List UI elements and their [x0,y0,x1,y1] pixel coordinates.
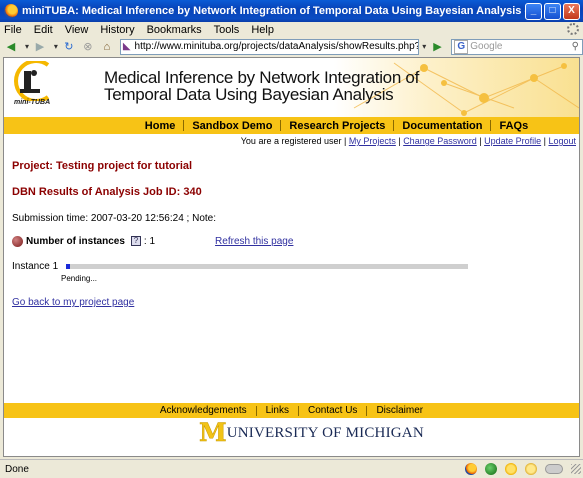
forward-dropdown-icon[interactable]: ▾ [51,39,61,55]
cloud-icon[interactable] [545,464,563,474]
instances-label: Number of instances [26,235,125,247]
logo-text: mini-TUBA [14,99,51,106]
instance-label: Instance 1 [12,261,59,272]
footer-links[interactable]: Links [257,405,298,416]
url-text: http://www.minituba.org/projects/dataAna… [134,41,419,52]
maximize-button[interactable]: □ [544,2,561,20]
main-content: Project: Testing project for tutorial DB… [4,160,579,308]
menu-bookmarks[interactable]: Bookmarks [147,24,202,36]
google-icon[interactable]: G [454,39,469,54]
url-dropdown-icon[interactable]: ▾ [419,39,429,55]
url-bar[interactable]: ◣ http://www.minituba.org/projects/dataA… [119,38,420,55]
navigation-toolbar: ◀ ▾ ▶ ▾ ↻ ⊗ ⌂ ◣ http://www.minituba.org/… [0,37,583,56]
green-status-icon[interactable] [485,463,497,475]
instance-row: Instance 1 [12,261,571,272]
window-titlebar: miniTUBA: Medical Inference by Network I… [0,0,583,22]
change-password-link[interactable]: Change Password [403,136,477,146]
site-favicon-icon: ◣ [122,40,131,52]
user-bar: You are a registered user | My Projects … [240,136,576,146]
web-page: mini-TUBA Medical Inference by Network I… [3,57,580,457]
um-block-m: M [199,418,227,447]
footer-contact-us[interactable]: Contact Us [299,405,366,416]
menu-edit[interactable]: Edit [34,24,53,36]
update-profile-link[interactable]: Update Profile [484,136,541,146]
nav-home[interactable]: Home [137,120,184,132]
sun-icon[interactable] [505,463,517,475]
pending-status: Pending... [61,274,98,283]
search-placeholder: Google [470,41,503,52]
submission-time: Submission time: 2007-03-20 12:56:24 ; N… [12,213,217,224]
site-title-line-1: Medical Inference by Network Integration… [104,68,419,87]
nav-faqs[interactable]: FAQs [491,120,536,132]
firefox-status-icon[interactable] [465,463,477,475]
user-status: You are a registered user [240,136,342,146]
instances-row: Number of instances ? : 1 Refresh this p… [12,234,571,248]
my-projects-link[interactable]: My Projects [349,136,396,146]
bullet-icon [12,235,23,247]
university-of-michigan-logo[interactable]: M UNIVERSITY OF MICHIGAN [199,418,424,447]
close-button[interactable]: X [563,2,580,20]
instance-progress-bar [66,264,469,269]
menu-help[interactable]: Help [251,24,274,36]
menu-file[interactable]: File [4,24,22,36]
status-icons [461,463,583,475]
status-bar: Done [0,459,583,478]
back-arrow-icon[interactable]: ◀ [3,40,19,54]
nav-sandbox-demo[interactable]: Sandbox Demo [184,120,280,132]
menu-bar: File Edit View History Bookmarks Tools H… [0,22,583,37]
refresh-link[interactable]: Refresh this page [215,236,293,247]
site-banner: mini-TUBA Medical Inference by Network I… [4,58,579,117]
site-title: Medical Inference by Network Integration… [104,69,419,103]
nav-research-projects[interactable]: Research Projects [281,120,393,132]
search-box[interactable]: G Google ⚲ [451,38,583,55]
sun-alt-icon[interactable] [525,463,537,475]
instances-value: : 1 [143,235,156,247]
home-icon[interactable]: ⌂ [99,40,115,54]
um-wordmark: UNIVERSITY OF MICHIGAN [226,424,424,441]
back-dropdown-icon[interactable]: ▾ [22,39,32,55]
footer-acknowledgements[interactable]: Acknowledgements [151,405,256,416]
footer-disclaimer[interactable]: Disclaimer [367,405,432,416]
firefox-icon [4,4,18,18]
nav-documentation[interactable]: Documentation [394,120,490,132]
project-title: Project: Testing project for tutorial [12,160,193,172]
job-title: DBN Results of Analysis Job ID: 340 [12,186,202,198]
help-icon[interactable]: ? [130,236,141,246]
resize-grip-icon[interactable] [571,464,581,474]
minituba-logo: mini-TUBA [10,59,60,113]
forward-arrow-icon[interactable]: ▶ [32,40,48,54]
instance-progress-fill [66,264,71,269]
minimize-button[interactable]: _ [525,2,542,20]
logout-link[interactable]: Logout [548,136,576,146]
stop-icon[interactable]: ⊗ [80,40,96,54]
status-text: Done [5,463,29,475]
menu-view[interactable]: View [65,24,89,36]
search-icon[interactable]: ⚲ [572,41,579,52]
go-arrow-icon[interactable]: ▶ [433,40,447,54]
menu-tools[interactable]: Tools [214,24,240,36]
main-nav: Home Sandbox Demo Research Projects Docu… [4,117,579,134]
throbber-icon [567,23,579,35]
window-title: miniTUBA: Medical Inference by Network I… [22,5,525,17]
site-title-line-2: Temporal Data Using Bayesian Analysis [104,85,394,104]
footer-nav: Acknowledgements Links Contact Us Discla… [4,403,579,418]
reload-icon[interactable]: ↻ [61,40,77,54]
back-to-project-link[interactable]: Go back to my project page [12,297,134,308]
menu-history[interactable]: History [100,24,134,36]
